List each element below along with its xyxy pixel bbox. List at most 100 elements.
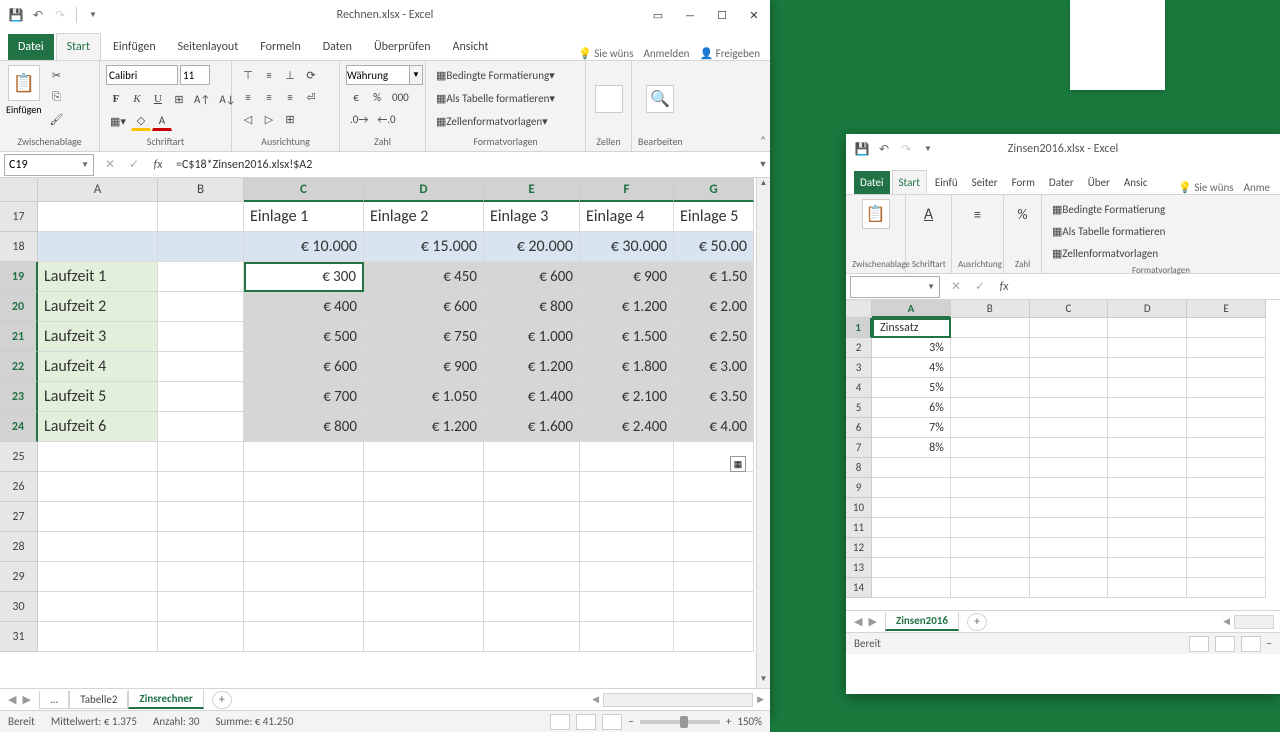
cell-B8[interactable]	[951, 458, 1030, 478]
cell-C27[interactable]	[244, 502, 364, 532]
cell-A19[interactable]: Laufzeit 1	[38, 262, 158, 292]
tab-formeln[interactable]: Form	[1006, 171, 1041, 194]
cell-F25[interactable]	[580, 442, 674, 472]
cell-B6[interactable]	[951, 418, 1030, 438]
cancel-formula-icon[interactable]: ✕	[944, 276, 968, 298]
row-header-4[interactable]: 4	[846, 378, 872, 398]
sheet-nav-prev-icon[interactable]: ◀	[8, 693, 16, 706]
cell-E4[interactable]	[1187, 378, 1266, 398]
row-header-24[interactable]: 24	[0, 412, 38, 442]
cell-B13[interactable]	[951, 558, 1030, 578]
cell-E14[interactable]	[1187, 578, 1266, 598]
name-box[interactable]: C19▼	[4, 154, 94, 176]
cell-D25[interactable]	[364, 442, 484, 472]
format-as-table-button[interactable]: ▦ Als Tabelle formatieren ▾	[432, 88, 579, 108]
row-header-25[interactable]: 25	[0, 442, 38, 472]
col-header-F[interactable]: F	[580, 178, 674, 202]
cell-D3[interactable]	[1108, 358, 1187, 378]
cell-styles-button[interactable]: ▦ Zellenformatvorlagen ▾	[432, 111, 579, 131]
cell-B22[interactable]	[158, 352, 244, 382]
row-header-12[interactable]: 12	[846, 538, 872, 558]
fill-color-button[interactable]: ◇	[131, 111, 151, 131]
conditional-format-button[interactable]: ▦ Bedingte Formatierung	[1048, 199, 1274, 219]
font-color-button[interactable]: A	[152, 111, 172, 131]
cell-C2[interactable]	[1030, 338, 1109, 358]
cell-E25[interactable]	[484, 442, 580, 472]
page-layout-view-icon[interactable]	[576, 714, 596, 730]
cell-B20[interactable]	[158, 292, 244, 322]
cell-B17[interactable]	[158, 202, 244, 232]
cell-B2[interactable]	[951, 338, 1030, 358]
cell-E27[interactable]	[484, 502, 580, 532]
col-header-C[interactable]: C	[244, 178, 364, 202]
tab-einfuegen[interactable]: Einfü	[929, 171, 964, 194]
row-header-3[interactable]: 3	[846, 358, 872, 378]
cell-C17[interactable]: Einlage 1	[244, 202, 364, 232]
cell-E3[interactable]	[1187, 358, 1266, 378]
cell-E29[interactable]	[484, 562, 580, 592]
cell-C19[interactable]: € 300	[244, 262, 364, 292]
cancel-formula-icon[interactable]: ✕	[98, 154, 122, 176]
horizontal-scrollbar[interactable]	[1234, 615, 1274, 629]
col-header-B[interactable]: B	[158, 178, 244, 202]
tab-datei[interactable]: Datei	[854, 171, 890, 194]
cell-A22[interactable]: Laufzeit 4	[38, 352, 158, 382]
ribbon-display-icon[interactable]: ▭	[642, 0, 674, 30]
cell-C29[interactable]	[244, 562, 364, 592]
cell-B11[interactable]	[951, 518, 1030, 538]
cell-D26[interactable]	[364, 472, 484, 502]
border-button[interactable]: ⊞	[169, 89, 189, 109]
col-header-A[interactable]: A	[872, 300, 951, 318]
cell-E13[interactable]	[1187, 558, 1266, 578]
cell-C5[interactable]	[1030, 398, 1109, 418]
fx-icon[interactable]: fx	[146, 154, 170, 176]
col-header-D[interactable]: D	[364, 178, 484, 202]
cell-G17[interactable]: Einlage 5	[674, 202, 754, 232]
cell-A2[interactable]: 3%	[872, 338, 951, 358]
row-header-22[interactable]: 22	[0, 352, 38, 382]
zoom-out-button[interactable]: −	[1267, 637, 1272, 650]
cell-B27[interactable]	[158, 502, 244, 532]
row-header-28[interactable]: 28	[0, 532, 38, 562]
cell-G19[interactable]: € 1.50	[674, 262, 754, 292]
row-header-5[interactable]: 5	[846, 398, 872, 418]
tell-me[interactable]: 💡 Sie wüns	[1178, 181, 1233, 194]
underline-button[interactable]: U	[148, 89, 168, 109]
cell-E31[interactable]	[484, 622, 580, 652]
cell-B7[interactable]	[951, 438, 1030, 458]
cut-icon[interactable]: ✂	[46, 65, 68, 85]
cell-B28[interactable]	[158, 532, 244, 562]
align-bottom-icon[interactable]: ⊥	[280, 65, 300, 85]
zoom-in-button[interactable]: +	[726, 715, 731, 728]
zoom-out-button[interactable]: −	[628, 715, 633, 728]
cell-D31[interactable]	[364, 622, 484, 652]
save-icon[interactable]: 💾	[8, 7, 24, 23]
login-link[interactable]: Anmelden	[644, 47, 690, 60]
cell-F23[interactable]: € 2.100	[580, 382, 674, 412]
cell-D10[interactable]	[1108, 498, 1187, 518]
redo-icon[interactable]: ↷	[898, 141, 914, 157]
cell-E18[interactable]: € 20.000	[484, 232, 580, 262]
cell-E19[interactable]: € 600	[484, 262, 580, 292]
cell-D7[interactable]	[1108, 438, 1187, 458]
page-break-view-icon[interactable]	[1241, 636, 1261, 652]
cell-E2[interactable]	[1187, 338, 1266, 358]
tab-seitenlayout[interactable]: Seitenlayout	[168, 34, 249, 60]
cell-C31[interactable]	[244, 622, 364, 652]
redo-icon[interactable]: ↷	[52, 7, 68, 23]
cell-D4[interactable]	[1108, 378, 1187, 398]
add-sheet-button[interactable]: +	[212, 691, 232, 709]
cell-A28[interactable]	[38, 532, 158, 562]
cell-G21[interactable]: € 2.50	[674, 322, 754, 352]
sheet-nav-next-icon[interactable]: ▶	[22, 693, 30, 706]
cell-C24[interactable]: € 800	[244, 412, 364, 442]
cell-A31[interactable]	[38, 622, 158, 652]
row-header-21[interactable]: 21	[0, 322, 38, 352]
row-header-17[interactable]: 17	[0, 202, 38, 232]
cell-D21[interactable]: € 750	[364, 322, 484, 352]
cell-F29[interactable]	[580, 562, 674, 592]
accept-formula-icon[interactable]: ✓	[968, 276, 992, 298]
cell-A9[interactable]	[872, 478, 951, 498]
maximize-button[interactable]: ☐	[706, 0, 738, 30]
cell-E24[interactable]: € 1.600	[484, 412, 580, 442]
